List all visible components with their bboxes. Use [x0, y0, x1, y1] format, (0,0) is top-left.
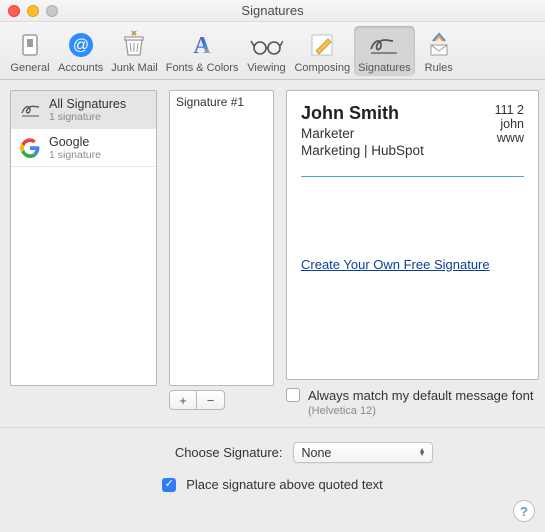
match-font-hint: (Helvetica 12): [308, 405, 533, 417]
signature-icon: [364, 28, 404, 62]
select-value: None: [302, 446, 332, 460]
tab-label: Junk Mail: [111, 62, 157, 74]
titlebar: Signatures: [0, 0, 545, 22]
svg-text:A: A: [193, 33, 211, 59]
footer: Choose Signature: None ▲▼ ✓ Place signat…: [0, 428, 545, 516]
tab-fonts-colors[interactable]: A Fonts & Colors: [162, 26, 243, 76]
preview-name: John Smith: [301, 103, 424, 124]
signature-icon: [19, 99, 41, 121]
tab-signatures[interactable]: Signatures: [354, 26, 415, 76]
switch-icon: [10, 28, 50, 62]
trash-icon: ✖: [114, 28, 154, 62]
glasses-icon: [246, 28, 286, 62]
tab-accounts[interactable]: @ Accounts: [54, 26, 107, 76]
choose-signature-label: Choose Signature:: [113, 445, 283, 460]
account-subtitle: 1 signature: [49, 111, 126, 123]
place-above-checkbox[interactable]: ✓: [162, 478, 176, 492]
tab-label: Composing: [294, 62, 350, 74]
preview-contact-email: john: [495, 117, 524, 131]
match-font-label: Always match my default message font: [308, 388, 533, 403]
account-item-google[interactable]: Google 1 signature: [11, 129, 156, 167]
remove-signature-button[interactable]: −: [197, 390, 225, 410]
create-signature-link[interactable]: Create Your Own Free Signature: [301, 257, 490, 272]
signature-list[interactable]: Signature #1: [169, 90, 274, 386]
place-above-label: Place signature above quoted text: [186, 477, 383, 492]
tab-label: Accounts: [58, 62, 103, 74]
add-signature-button[interactable]: +: [169, 390, 197, 410]
add-remove-controls: + −: [169, 390, 280, 410]
signature-item[interactable]: Signature #1: [176, 95, 267, 109]
svg-text:@: @: [73, 37, 89, 54]
help-button[interactable]: ?: [513, 500, 535, 522]
signature-preview[interactable]: John Smith Marketer Marketing | HubSpot …: [286, 90, 539, 380]
preview-role: Marketer: [301, 126, 424, 141]
preview-contact-phone: 111 2: [495, 103, 524, 117]
svg-text:✖: ✖: [131, 31, 138, 38]
chevron-updown-icon: ▲▼: [419, 449, 426, 457]
window-title: Signatures: [0, 3, 545, 18]
preferences-toolbar: General @ Accounts ✖ Junk Mail A Fonts &…: [0, 22, 545, 80]
tab-general[interactable]: General: [6, 26, 54, 76]
account-title: Google: [49, 135, 101, 149]
tab-viewing[interactable]: Viewing: [242, 26, 290, 76]
tab-composing[interactable]: Composing: [290, 26, 354, 76]
content-area: All Signatures 1 signature Google 1 sign…: [0, 80, 545, 428]
at-icon: @: [61, 28, 101, 62]
account-subtitle: 1 signature: [49, 149, 101, 161]
accounts-list[interactable]: All Signatures 1 signature Google 1 sign…: [10, 90, 157, 386]
account-item-all[interactable]: All Signatures 1 signature: [11, 91, 156, 129]
tab-label: Viewing: [247, 62, 285, 74]
tab-label: General: [10, 62, 49, 74]
google-icon: [19, 137, 41, 159]
preview-contact-web: www: [495, 131, 524, 145]
match-font-checkbox[interactable]: [286, 388, 300, 402]
fonts-icon: A: [182, 28, 222, 62]
account-title: All Signatures: [49, 97, 126, 111]
tab-label: Fonts & Colors: [166, 62, 239, 74]
tab-rules[interactable]: Rules: [415, 26, 463, 76]
divider: [301, 176, 524, 177]
tab-junk-mail[interactable]: ✖ Junk Mail: [107, 26, 161, 76]
tab-label: Signatures: [358, 62, 411, 74]
choose-signature-select[interactable]: None ▲▼: [293, 442, 433, 463]
compose-icon: [302, 28, 342, 62]
rules-icon: [419, 28, 459, 62]
preview-company: Marketing | HubSpot: [301, 143, 424, 158]
tab-label: Rules: [425, 62, 453, 74]
